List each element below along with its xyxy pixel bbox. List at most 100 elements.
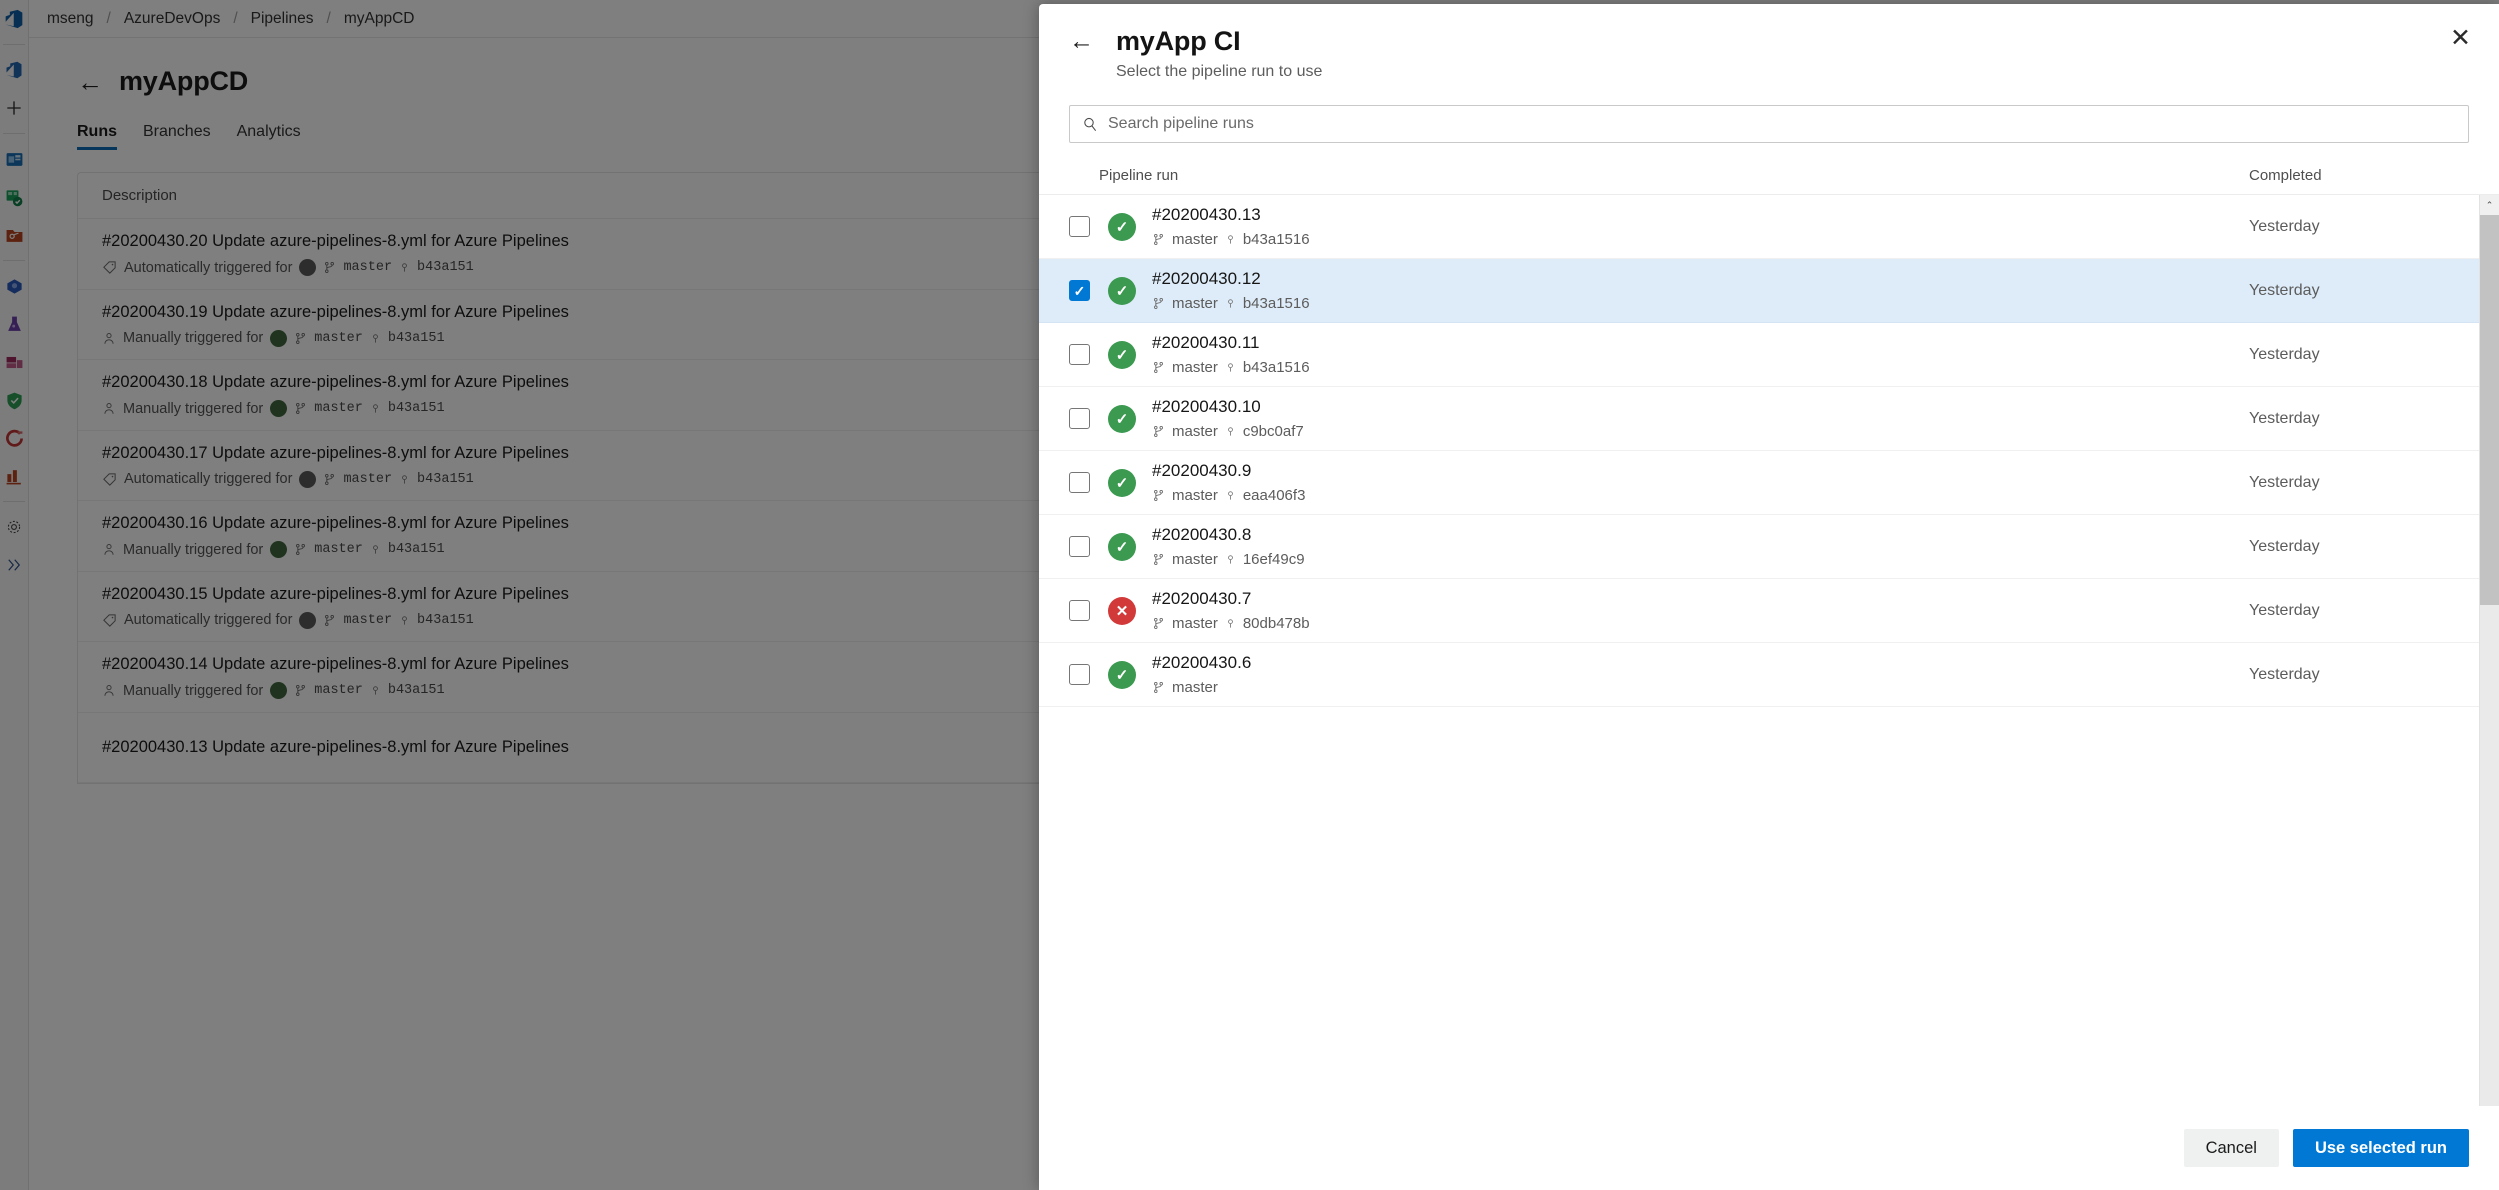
commit-icon: [1228, 555, 1233, 564]
list-item[interactable]: ✓ #20200430.10 master c9bc0af7 Yesterday: [1039, 387, 2499, 451]
run-checkbox[interactable]: [1069, 280, 1090, 301]
run-number[interactable]: #20200430.6: [1152, 653, 2249, 673]
branch-name: master: [1172, 486, 1218, 504]
run-meta: master b43a1516: [1152, 231, 2249, 248]
run-info: #20200430.7 master 80db478b: [1152, 589, 2249, 631]
list-column-headers: Pipeline run Completed: [1039, 143, 2499, 194]
run-meta: master b43a1516: [1152, 359, 2249, 376]
branch-icon: [1154, 681, 1163, 693]
run-meta: master 80db478b: [1152, 615, 2249, 632]
search-input[interactable]: [1108, 115, 2456, 133]
run-meta: master: [1152, 679, 2249, 696]
commit-hash: b43a1516: [1242, 294, 1310, 312]
branch-icon: [1154, 553, 1163, 565]
commit-hash: b43a1516: [1242, 358, 1310, 376]
run-number[interactable]: #20200430.8: [1152, 525, 2249, 545]
cancel-button[interactable]: Cancel: [2183, 1129, 2279, 1167]
run-succeeded-icon: ✓: [1108, 276, 1136, 305]
panel-footer: Cancel Use selected run: [1039, 1106, 2499, 1190]
commit-icon: [1228, 235, 1233, 244]
run-succeeded-icon: ✓: [1108, 212, 1136, 241]
run-completed-time: Yesterday: [2249, 473, 2320, 491]
branch-icon: [1154, 425, 1163, 437]
list-item[interactable]: ✓ #20200430.8 master 16ef49c9 Yesterday: [1039, 515, 2499, 579]
run-completed-time: Yesterday: [2249, 217, 2320, 235]
panel-scrollbar[interactable]: ⌃: [2479, 195, 2499, 1106]
scrollbar-up-button[interactable]: ⌃: [2480, 195, 2499, 215]
branch-icon: [1154, 361, 1163, 373]
run-list: ✓ #20200430.13 master b43a1516 Yesterday ✓ #20…: [1039, 195, 2499, 707]
pipeline-run-picker-panel: ← myApp CI ✕ Select the pipeline run to …: [1039, 4, 2499, 1190]
run-checkbox[interactable]: [1069, 472, 1090, 493]
panel-back-arrow-icon[interactable]: ←: [1069, 29, 1094, 54]
commit-hash: eaa406f3: [1242, 486, 1306, 504]
list-item[interactable]: ✓ #20200430.12 master b43a1516 Yesterday: [1039, 259, 2499, 323]
branch-icon: [1154, 233, 1163, 245]
run-succeeded-icon: ✓: [1108, 532, 1136, 561]
run-info: #20200430.6 master: [1152, 653, 2249, 695]
run-meta: master eaa406f3: [1152, 487, 2249, 504]
run-completed-time: Yesterday: [2249, 537, 2320, 555]
run-number[interactable]: #20200430.11: [1152, 333, 2249, 353]
run-completed-time: Yesterday: [2249, 345, 2320, 363]
branch-name: master: [1172, 550, 1218, 568]
run-number[interactable]: #20200430.10: [1152, 397, 2249, 417]
run-succeeded-icon: ✓: [1108, 468, 1136, 497]
run-number[interactable]: #20200430.13: [1152, 205, 2249, 225]
commit-icon: [1228, 299, 1233, 308]
search-icon: [1082, 115, 1098, 133]
run-checkbox[interactable]: [1069, 216, 1090, 237]
run-list-scroll-area: ✓ #20200430.13 master b43a1516 Yesterday ✓ #20…: [1039, 194, 2499, 1106]
run-succeeded-icon: ✓: [1108, 660, 1136, 689]
column-header-pipeline-run: Pipeline run: [1099, 167, 1179, 184]
commit-hash: 80db478b: [1242, 614, 1310, 632]
branch-name: master: [1172, 614, 1218, 632]
search-container: [1039, 81, 2499, 143]
branch-icon: [1154, 297, 1163, 309]
run-checkbox[interactable]: [1069, 344, 1090, 365]
panel-subtitle: Select the pipeline run to use: [1116, 63, 1323, 80]
run-number[interactable]: #20200430.12: [1152, 269, 2249, 289]
list-item[interactable]: ✓ #20200430.6 master Yesterday: [1039, 643, 2499, 707]
commit-icon: [1228, 363, 1233, 372]
branch-icon: [1154, 489, 1163, 501]
commit-hash: b43a1516: [1242, 230, 1310, 248]
run-info: #20200430.13 master b43a1516: [1152, 205, 2249, 247]
commit-hash: 16ef49c9: [1242, 550, 1305, 568]
run-failed-icon: ✕: [1108, 596, 1136, 625]
branch-icon: [1154, 617, 1163, 629]
commit-hash: c9bc0af7: [1242, 422, 1304, 440]
run-info: #20200430.8 master 16ef49c9: [1152, 525, 2249, 567]
run-succeeded-icon: ✓: [1108, 404, 1136, 433]
run-info: #20200430.10 master c9bc0af7: [1152, 397, 2249, 439]
run-checkbox[interactable]: [1069, 664, 1090, 685]
panel-header: ← myApp CI ✕ Select the pipeline run to …: [1039, 4, 2499, 81]
run-info: #20200430.11 master b43a1516: [1152, 333, 2249, 375]
run-info: #20200430.9 master eaa406f3: [1152, 461, 2249, 503]
branch-name: master: [1172, 422, 1218, 440]
close-icon[interactable]: ✕: [2450, 26, 2471, 51]
list-item[interactable]: ✓ #20200430.9 master eaa406f3 Yesterday: [1039, 451, 2499, 515]
scrollbar-thumb[interactable]: [2480, 215, 2499, 605]
run-checkbox[interactable]: [1069, 600, 1090, 621]
column-header-completed: Completed: [2249, 167, 2322, 184]
run-checkbox[interactable]: [1069, 408, 1090, 429]
use-selected-run-button[interactable]: Use selected run: [2292, 1129, 2469, 1167]
list-item[interactable]: ✕ #20200430.7 master 80db478b Yesterday: [1039, 579, 2499, 643]
run-completed-time: Yesterday: [2249, 409, 2320, 427]
run-completed-time: Yesterday: [2249, 665, 2320, 683]
run-succeeded-icon: ✓: [1108, 340, 1136, 369]
branch-name: master: [1172, 230, 1218, 248]
run-number[interactable]: #20200430.7: [1152, 589, 2249, 609]
branch-name: master: [1172, 294, 1218, 312]
search-box[interactable]: [1069, 105, 2469, 143]
list-item[interactable]: ✓ #20200430.13 master b43a1516 Yesterday: [1039, 195, 2499, 259]
run-info: #20200430.12 master b43a1516: [1152, 269, 2249, 311]
run-number[interactable]: #20200430.9: [1152, 461, 2249, 481]
list-item[interactable]: ✓ #20200430.11 master b43a1516 Yesterday: [1039, 323, 2499, 387]
run-meta: master c9bc0af7: [1152, 423, 2249, 440]
panel-title: myApp CI: [1116, 26, 1241, 56]
run-checkbox[interactable]: [1069, 536, 1090, 557]
run-meta: master b43a1516: [1152, 295, 2249, 312]
branch-name: master: [1172, 678, 1218, 696]
